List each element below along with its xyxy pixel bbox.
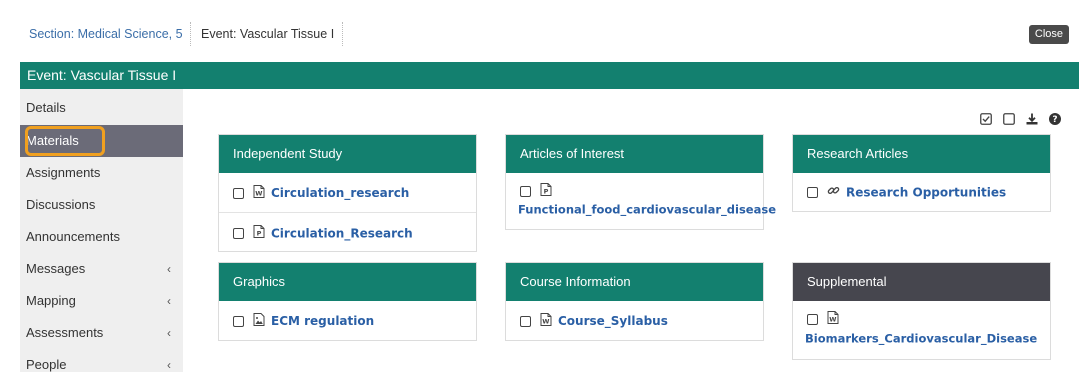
chevron-left-icon: ‹: [167, 294, 171, 308]
material-link[interactable]: Course_Syllabus: [558, 314, 668, 328]
sidebar-item-label: Materials: [26, 133, 79, 148]
sidebar-item-label: Assessments: [26, 325, 104, 340]
list-item: P Functional_food_cardiovascular_disease: [506, 173, 776, 219]
close-button[interactable]: Close: [1028, 25, 1069, 44]
material-link[interactable]: Biomarkers_Cardiovascular_Disease: [805, 332, 1037, 346]
sidebar-item-label: Messages: [26, 261, 86, 276]
sidebar-item-people[interactable]: People ‹: [20, 349, 183, 381]
sidebar-item-discussions[interactable]: Discussions: [20, 189, 183, 221]
list-item: W Circulation_research: [219, 173, 476, 212]
svg-text:W: W: [255, 190, 262, 198]
check-all-icon[interactable]: [980, 112, 992, 125]
list-item: P Circulation_Research: [219, 212, 476, 252]
card-title: Research Articles: [793, 135, 1050, 173]
sidebar-item-label: Discussions: [26, 197, 96, 212]
chevron-left-icon: ‹: [167, 262, 171, 276]
sidebar-item-label: Mapping: [26, 293, 76, 308]
pdf-document-icon: P: [540, 183, 552, 200]
card-title: Course Information: [506, 263, 763, 301]
card-articles-of-interest: Articles of Interest P Functional_food_c…: [505, 134, 776, 230]
card-title: Articles of Interest: [506, 135, 763, 173]
help-icon[interactable]: ?: [1049, 112, 1061, 125]
material-link[interactable]: Functional_food_cardiovascular_disease: [518, 203, 776, 217]
breadcrumb-event: Event: Vascular Tissue I: [201, 27, 335, 41]
sidebar-item-label: Assignments: [26, 165, 101, 180]
card-title: Independent Study: [219, 135, 476, 173]
item-checkbox[interactable]: [807, 187, 818, 199]
svg-text:P: P: [257, 229, 262, 237]
sidebar-item-messages[interactable]: Messages ‹: [20, 253, 183, 285]
word-document-icon: W: [827, 311, 839, 328]
item-checkbox[interactable]: [520, 186, 531, 198]
card-independent-study: Independent Study W Circulation_research …: [218, 134, 477, 252]
item-checkbox[interactable]: [233, 316, 244, 328]
top-bar: Section: Medical Science, 5 Event: Vascu…: [0, 0, 1079, 62]
sidebar-item-details[interactable]: Details: [20, 92, 183, 124]
sidebar-item-label: Details: [26, 100, 66, 115]
breadcrumb-separator: [190, 22, 191, 46]
list-item: W Course_Syllabus: [506, 301, 763, 340]
item-checkbox[interactable]: [807, 314, 818, 326]
sidebar-item-materials[interactable]: Materials: [20, 125, 183, 157]
event-title: Event: Vascular Tissue I: [27, 67, 177, 83]
card-graphics: Graphics ECM regulation: [218, 262, 477, 341]
card-supplemental: Supplemental W Biomarkers_Cardiovascular…: [792, 262, 1051, 360]
sidebar: Details Materials Assignments Discussion…: [20, 89, 183, 372]
material-link[interactable]: Research Opportunities: [846, 186, 1006, 200]
list-item: ECM regulation: [219, 301, 476, 340]
sidebar-item-label: People: [26, 357, 67, 372]
sidebar-item-assessments[interactable]: Assessments ‹: [20, 317, 183, 349]
breadcrumb-section-link[interactable]: Section: Medical Science, 5: [29, 27, 183, 41]
word-document-icon: W: [253, 174, 265, 213]
chevron-left-icon: ‹: [167, 326, 171, 340]
card-title: Supplemental: [793, 263, 1050, 301]
material-link[interactable]: Circulation_research: [271, 186, 409, 200]
sidebar-item-assignments[interactable]: Assignments: [20, 157, 183, 189]
breadcrumb-separator: [342, 22, 343, 46]
event-title-bar: Event: Vascular Tissue I: [20, 62, 1079, 89]
svg-text:W: W: [829, 316, 836, 324]
svg-text:W: W: [542, 318, 549, 326]
pdf-document-icon: P: [253, 214, 265, 254]
card-research-articles: Research Articles Research Opportunities: [792, 134, 1051, 212]
link-icon: [827, 174, 840, 212]
materials-toolbar: ?: [980, 110, 1061, 126]
list-item: Research Opportunities: [793, 173, 1050, 211]
image-icon: [253, 302, 265, 341]
list-item: W Biomarkers_Cardiovascular_Disease: [793, 301, 1050, 349]
sidebar-item-announcements[interactable]: Announcements: [20, 221, 183, 253]
svg-text:?: ?: [1052, 115, 1057, 125]
card-title: Graphics: [219, 263, 476, 301]
material-link[interactable]: Circulation_Research: [271, 227, 413, 241]
uncheck-all-icon[interactable]: [1003, 112, 1015, 125]
item-checkbox[interactable]: [233, 188, 244, 200]
item-checkbox[interactable]: [520, 316, 531, 328]
svg-text:P: P: [544, 188, 549, 196]
sidebar-item-label: Announcements: [26, 229, 120, 244]
word-document-icon: W: [540, 302, 552, 341]
download-icon[interactable]: [1026, 112, 1038, 125]
card-course-information: Course Information W Course_Syllabus: [505, 262, 764, 341]
chevron-left-icon: ‹: [167, 358, 171, 372]
item-checkbox[interactable]: [233, 228, 244, 240]
material-link[interactable]: ECM regulation: [271, 314, 374, 328]
sidebar-item-mapping[interactable]: Mapping ‹: [20, 285, 183, 317]
